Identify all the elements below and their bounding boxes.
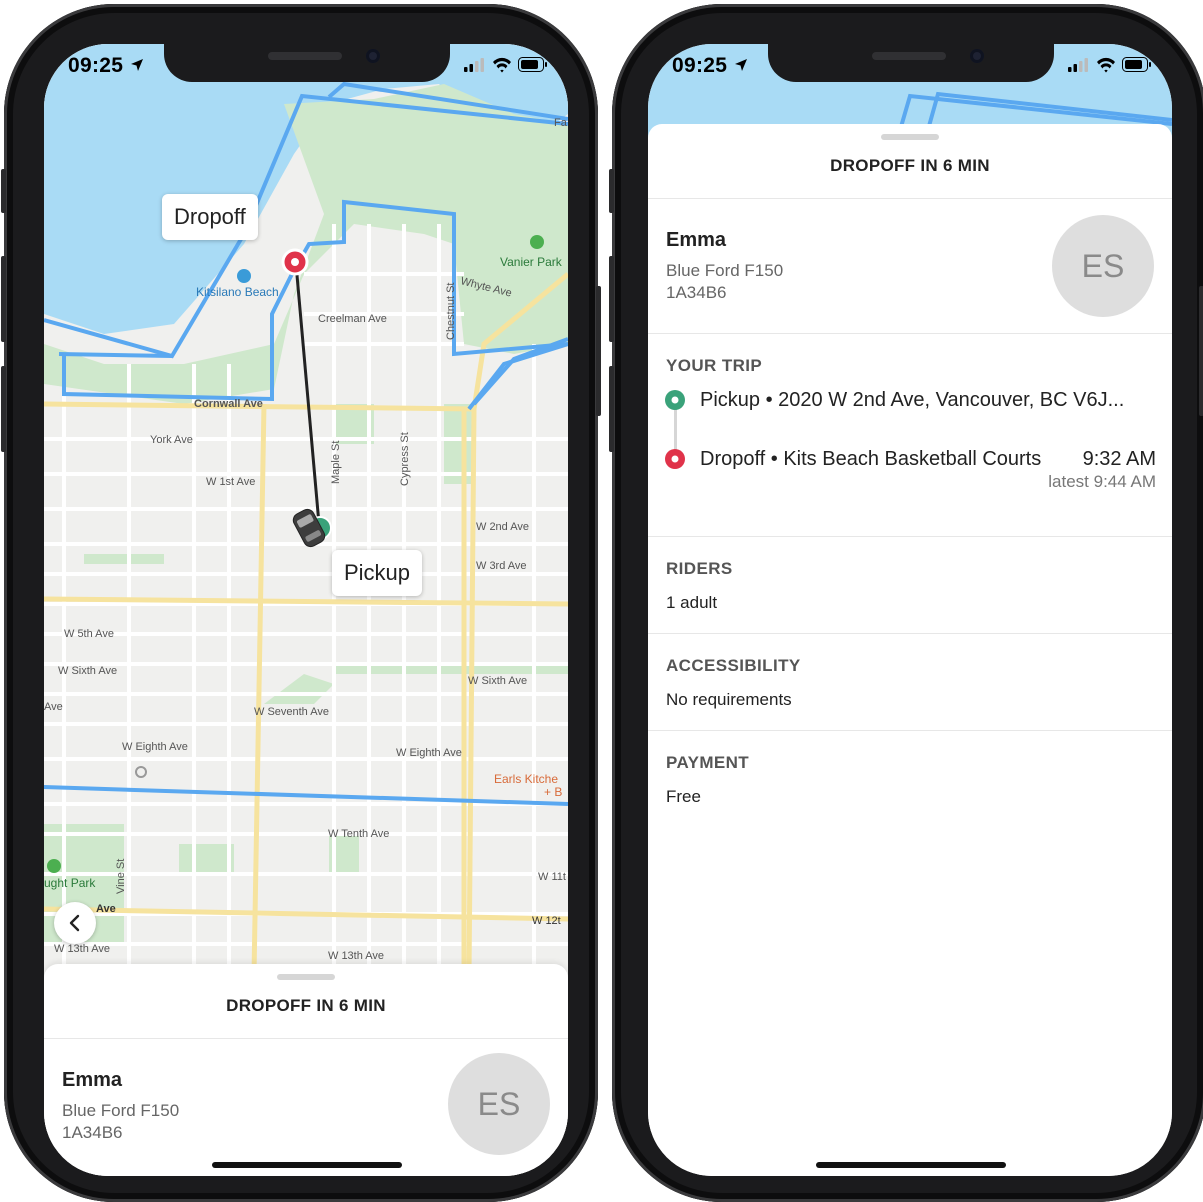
pickup-pin-icon [665, 390, 685, 410]
status-icons [1068, 56, 1154, 79]
payment-heading: PAYMENT [666, 753, 750, 772]
status-bar: 09:25 [44, 44, 568, 84]
sheet-title: DROPOFF IN 6 MIN [226, 996, 386, 1015]
wifi-icon [1097, 57, 1115, 73]
map-label-knight-park: ught Park [44, 876, 96, 890]
map-label-vine-st: Vine St [115, 859, 127, 894]
driver-avatar: ES [448, 1053, 550, 1155]
payment-value: Free [666, 787, 701, 806]
back-button[interactable] [54, 902, 96, 944]
dropoff-pin-icon [281, 248, 309, 276]
map-label-w-13th-ave-mid: W 13th Ave [328, 950, 384, 962]
power-button [596, 286, 601, 416]
map-label-w-2nd-ave: W 2nd Ave [476, 521, 529, 533]
volume-down-button [1, 366, 6, 452]
dropoff-address: Dropoff • Kits Beach Basketball Courts [700, 448, 1042, 470]
map-label-w-eighth-ave-right: W Eighth Ave [396, 747, 462, 759]
battery-icon [1122, 57, 1151, 72]
map-label-cypress-st: Cypress St [399, 432, 411, 486]
dropoff-pin-icon [665, 449, 685, 469]
home-indicator[interactable] [816, 1162, 1006, 1168]
dropoff-latest: latest 9:44 AM [1048, 472, 1156, 491]
riders-section: RIDERS 1 adult [648, 537, 1172, 633]
trip-bottom-sheet[interactable]: DROPOFF IN 6 MIN Emma Blue Ford F150 1A3… [44, 964, 568, 1176]
map-label-earls-kitchen-2: + B [544, 785, 562, 799]
map-label-york-ave: York Ave [150, 434, 193, 446]
screen-right: 09:25 DROPOFF IN 6 MIN Emma Blue Ford F1… [648, 44, 1172, 1176]
signal-icon [464, 58, 484, 72]
map-label-w-sixth-ave-right: W Sixth Ave [468, 675, 527, 687]
status-time: 09:25 [672, 54, 728, 77]
trip-detail-sheet[interactable]: DROPOFF IN 6 MIN Emma Blue Ford F150 1A3… [648, 124, 1172, 1176]
home-indicator[interactable] [212, 1162, 402, 1168]
trip-heading: YOUR TRIP [666, 356, 763, 375]
driver-info: Emma Blue Ford F150 1A34B6 ES [44, 1039, 568, 1155]
map-label-creelman-ave: Creelman Ave [318, 313, 387, 325]
battery-icon [518, 57, 547, 72]
map-label-w-5th-ave: W 5th Ave [64, 628, 114, 640]
driver-info: Emma Blue Ford F150 1A34B6 ES [648, 199, 1172, 333]
volume-up-button [1, 256, 6, 342]
accessibility-value: No requirements [666, 690, 792, 709]
chevron-left-icon [69, 914, 80, 932]
park-poi-icon-2 [47, 859, 61, 873]
dropoff-time: 9:32 AM [1082, 448, 1156, 470]
signal-icon [1068, 58, 1088, 72]
sheet-title: DROPOFF IN 6 MIN [830, 156, 990, 175]
mute-switch [609, 169, 614, 213]
location-arrow-icon [131, 59, 143, 71]
map-label-maple-st: Maple St [330, 441, 342, 484]
map-label-kitsilano-beach: Kitsilano Beach [196, 285, 279, 299]
volume-down-button [609, 366, 614, 452]
map-label-w-seventh-ave: W Seventh Ave [254, 706, 329, 718]
volume-up-button [609, 256, 614, 342]
accessibility-section: ACCESSIBILITY No requirements [648, 634, 1172, 730]
payment-section: PAYMENT Free [648, 731, 1172, 827]
trip-section: YOUR TRIP Pickup • 2020 W 2nd Ave, Vanco… [648, 334, 1172, 514]
map-label-chestnut-st: Chestnut St [445, 283, 457, 340]
map-label-vanier-park: Vanier Park [500, 255, 563, 269]
map-label-w-11th: W 11t [538, 871, 566, 883]
power-button [1199, 286, 1203, 416]
dropoff-row[interactable]: Dropoff • Kits Beach Basketball Courts [664, 448, 1041, 470]
phone-frame-left: 09:25 Kitsilano Beach Vanier Park Whyte … [1, 4, 601, 1202]
map-label-w-3rd-ave: W 3rd Ave [476, 560, 527, 572]
riders-value: 1 adult [666, 593, 718, 612]
phone-frame-right: 09:25 DROPOFF IN 6 MIN Emma Blue Ford F1… [609, 4, 1203, 1202]
sheet-grabber[interactable] [881, 134, 939, 140]
screen-left: 09:25 Kitsilano Beach Vanier Park Whyte … [44, 44, 568, 1176]
map-label-ave-bold: Ave [96, 903, 116, 915]
pickup-map-label: Pickup [332, 550, 423, 596]
status-time: 09:25 [68, 54, 124, 77]
map-label-w-13th-ave-left: W 13th Ave [54, 943, 110, 955]
accessibility-heading: ACCESSIBILITY [666, 656, 801, 675]
mute-switch [1, 169, 6, 213]
pickup-row[interactable]: Pickup • 2020 W 2nd Ave, Vancouver, BC V… [664, 389, 1124, 411]
location-arrow-icon [735, 59, 747, 71]
map-label-w-tenth-ave: W Tenth Ave [328, 828, 389, 840]
beach-poi-icon [237, 269, 251, 283]
map-label-w-12th: W 12t [532, 915, 561, 927]
riders-heading: RIDERS [666, 559, 733, 578]
status-bar: 09:25 [648, 44, 1172, 84]
status-icons [464, 56, 550, 79]
park-poi-icon [530, 235, 544, 249]
map-label-w-1st-ave: W 1st Ave [206, 476, 255, 488]
map-label-ave-left: Ave [44, 701, 63, 713]
map-label-w-eighth-ave-left: W Eighth Ave [122, 741, 188, 753]
map-label-w-sixth-ave-left: W Sixth Ave [58, 665, 117, 677]
wifi-icon [493, 57, 511, 73]
driver-avatar: ES [1052, 215, 1154, 317]
map-label-cornwall-ave: Cornwall Ave [194, 398, 263, 410]
map-label-earls-kitchen: Earls Kitche [494, 772, 558, 786]
map-label-fa: Fa [554, 117, 568, 129]
sheet-grabber[interactable] [277, 974, 335, 980]
pickup-address: Pickup • 2020 W 2nd Ave, Vancouver, BC V… [700, 389, 1125, 411]
dropoff-map-label: Dropoff [162, 194, 258, 240]
